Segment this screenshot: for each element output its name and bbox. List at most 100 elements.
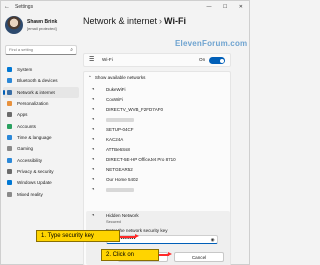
wifi-icon: ☰ — [89, 57, 95, 63]
sidebar-item-label: Accounts — [17, 123, 36, 129]
sidebar-item-icon — [7, 157, 12, 163]
back-arrow-icon[interactable]: ← — [4, 1, 10, 13]
search-icon: ⌕ — [70, 47, 73, 53]
network-list: ◔ DukeWiFi ◔ CoxWiFi ◔ DIRECTV_WVB_F2FD7AF0 ◔ ◔… — [84, 85, 230, 195]
sidebar-item-label: Gaming — [17, 146, 34, 152]
sidebar-item-icon — [7, 112, 12, 118]
network-item[interactable]: ◔ ATTBe6Ss8 — [84, 145, 230, 155]
sidebar-item-icon — [7, 135, 12, 141]
sidebar-item-label: Bluetooth & devices — [17, 78, 58, 84]
sidebar-item-accessibility[interactable]: Accessibility — [3, 155, 79, 166]
network-name: DIRECT-5E-HP OfficeJet Pro 8710 — [106, 157, 176, 162]
callout-click-next: 2. Click on — [101, 249, 159, 261]
wifi-signal-icon: ◔ — [91, 177, 95, 183]
user-profile[interactable]: Shawn Brink [email protected] — [5, 16, 79, 36]
network-item[interactable]: ◔ DIRECTV_WVB_F2FD7AF0 — [84, 105, 230, 115]
profile-name: Shawn Brink — [27, 19, 58, 25]
sidebar-item-network-internet[interactable]: Network & internet — [3, 86, 79, 99]
hidden-network-status: Secured — [106, 219, 121, 224]
sidebar-item-gaming[interactable]: Gaming — [3, 143, 79, 154]
watermark: ElevenForum.com — [175, 39, 248, 48]
sidebar-item-label: Apps — [17, 112, 28, 118]
network-name: DukeWiFi — [106, 87, 126, 92]
wifi-signal-icon: ◔ — [91, 107, 95, 113]
network-item[interactable]: ◔ CoxWiFi — [84, 95, 230, 105]
wifi-toggle[interactable] — [209, 57, 225, 64]
wifi-signal-icon: ◔ — [91, 87, 95, 93]
callout-arrow-2 — [159, 252, 172, 256]
wifi-state: On — [199, 57, 206, 62]
breadcrumb-parent[interactable]: Network & internet — [83, 16, 157, 26]
available-networks-label: Show available networks — [94, 75, 146, 80]
cancel-button[interactable]: Cancel — [174, 252, 224, 262]
sidebar-item-privacy-security[interactable]: Privacy & security — [3, 166, 79, 177]
network-item[interactable]: ◔ DIRECT-5E-HP OfficeJet Pro 8710 — [84, 155, 230, 165]
sidebar-item-icon — [7, 123, 12, 129]
sidebar: Shawn Brink [email protected] Find a set… — [1, 13, 79, 265]
sidebar-item-icon — [7, 146, 12, 152]
redacted-network-name — [106, 188, 134, 192]
sidebar-item-mixed-reality[interactable]: Mixed reality — [3, 189, 79, 200]
wifi-signal-icon: ◔ — [91, 137, 95, 143]
breadcrumb: Network & internet › Wi-Fi — [83, 16, 186, 26]
sidebar-item-label: Privacy & security — [17, 169, 54, 175]
network-item[interactable]: ◔ NETGEAR52 — [84, 165, 230, 175]
sidebar-item-bluetooth-devices[interactable]: Bluetooth & devices — [3, 75, 79, 86]
sidebar-item-label: Personalization — [17, 101, 49, 107]
network-item[interactable]: ◔ — [84, 185, 230, 195]
title-bar: ← Settings — ☐ ✕ — [1, 1, 251, 13]
sidebar-nav: System Bluetooth & devices Network & inter… — [3, 64, 79, 200]
network-name: Our Home 5402 — [106, 177, 139, 182]
sidebar-item-windows-update[interactable]: Windows Update — [3, 177, 79, 188]
sidebar-item-label: Windows Update — [17, 180, 52, 186]
sidebar-item-label: Mixed reality — [17, 191, 43, 197]
callout-arrow-1 — [120, 234, 139, 238]
sidebar-item-icon — [7, 78, 12, 84]
avatar — [5, 16, 23, 34]
sidebar-item-label: Accessibility — [17, 157, 43, 163]
wifi-signal-icon: ◔ — [91, 157, 95, 163]
network-item[interactable]: ◔ Our Home 5402 — [84, 175, 230, 185]
search-placeholder: Find a setting — [9, 47, 34, 52]
sidebar-item-icon — [7, 180, 12, 186]
search-input[interactable]: Find a setting ⌕ — [5, 45, 77, 55]
sidebar-item-icon — [7, 89, 12, 95]
sidebar-item-accounts[interactable]: Accounts — [3, 121, 79, 132]
sidebar-item-label: System — [17, 67, 33, 72]
sidebar-item-icon — [7, 101, 12, 107]
sidebar-item-icon — [7, 67, 12, 72]
network-name: CoxWiFi — [106, 97, 123, 102]
settings-window: ← Settings — ☐ ✕ Shawn Brink [email prot… — [0, 0, 250, 265]
wifi-signal-icon: ◔ — [91, 127, 95, 133]
sidebar-item-icon — [7, 191, 12, 197]
wifi-signal-icon: ◔ — [91, 213, 95, 219]
wifi-signal-icon: ◔ — [91, 97, 95, 103]
window-title: Settings — [15, 4, 34, 10]
network-name: SETUP-04CF — [106, 127, 134, 132]
wifi-signal-icon: ◔ — [91, 187, 95, 193]
wifi-label: Wi-Fi — [102, 57, 113, 62]
available-networks-header[interactable]: ⌃ Show available networks — [88, 75, 145, 81]
network-item[interactable]: ◔ SETUP-04CF — [84, 125, 230, 135]
page-title: Wi-Fi — [164, 16, 186, 26]
network-item[interactable]: ◔ — [84, 115, 230, 125]
network-name: ATTBe6Ss8 — [106, 147, 130, 152]
hidden-network-name: Hidden Network — [106, 213, 139, 218]
reveal-password-icon[interactable]: ◉ — [211, 236, 215, 243]
wifi-signal-icon: ◔ — [91, 167, 95, 173]
profile-email: [email protected] — [27, 26, 57, 31]
main-content: Network & internet › Wi-Fi ElevenForum.com… — [81, 13, 251, 265]
network-item[interactable]: ◔ DukeWiFi — [84, 85, 230, 95]
callout-type-security-key: 1. Type security key — [36, 230, 120, 242]
network-item[interactable]: ◔ KAC24A — [84, 135, 230, 145]
wifi-signal-icon: ◔ — [91, 117, 95, 123]
redacted-network-name — [106, 118, 134, 122]
sidebar-item-system[interactable]: System — [3, 64, 79, 75]
network-name: KAC24A — [106, 137, 124, 142]
window-controls[interactable]: — ☐ ✕ — [207, 1, 248, 13]
wifi-signal-icon: ◔ — [91, 147, 95, 153]
sidebar-item-personalization[interactable]: Personalization — [3, 98, 79, 109]
sidebar-item-apps[interactable]: Apps — [3, 109, 79, 120]
sidebar-item-time-language[interactable]: Time & language — [3, 132, 79, 143]
sidebar-item-label: Network & internet — [17, 89, 55, 95]
